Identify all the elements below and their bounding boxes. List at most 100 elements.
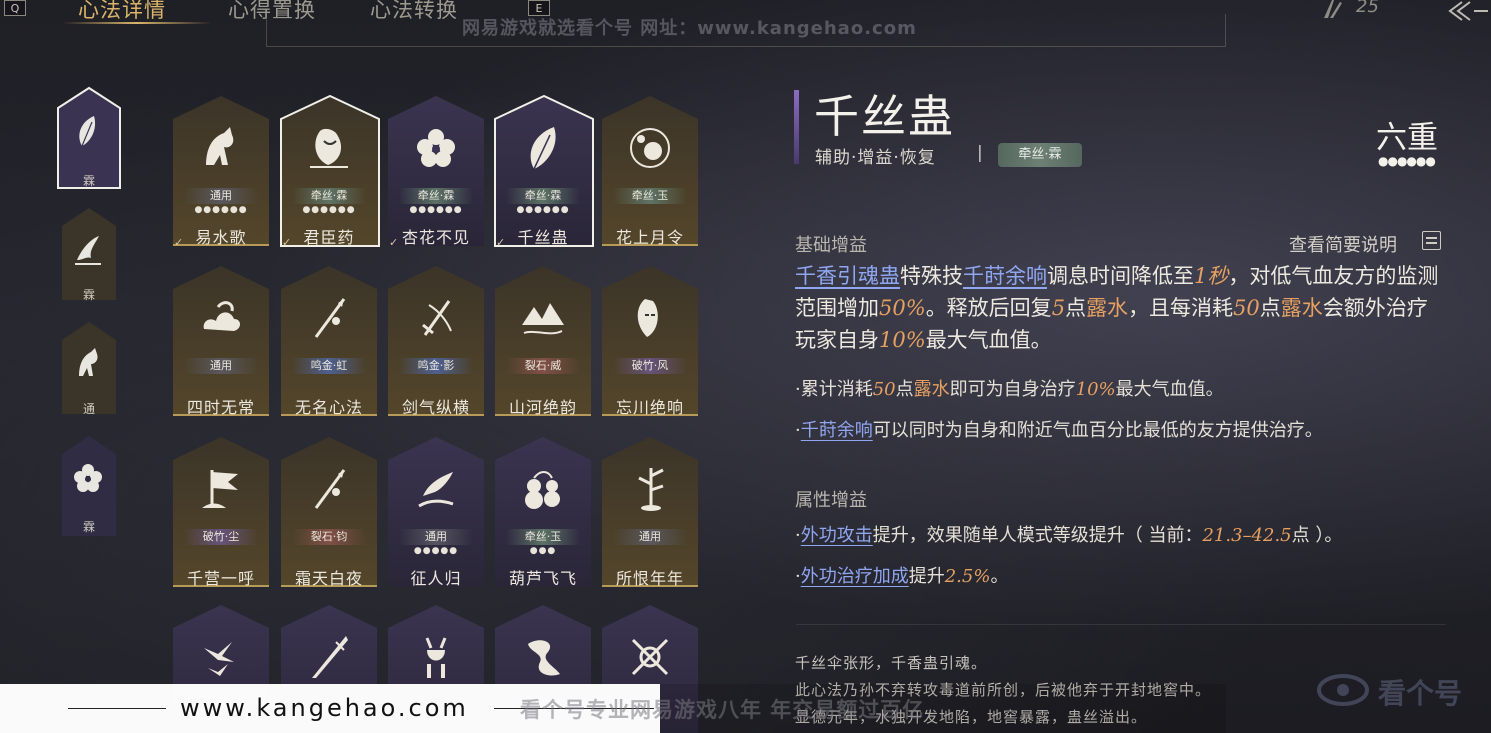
card-rank-dots: ●●●●●● (302, 205, 356, 215)
card-name: 剑气纵横 (401, 398, 470, 417)
skill-card[interactable]: 破竹·尘 千营一呼 (172, 436, 270, 588)
skill-card[interactable]: 牵丝·霖 ●●●●●● 杏花不见 ✓ (387, 95, 485, 249)
card-school-tag: 牵丝·霖 (506, 188, 580, 204)
card-name: 千营一呼 (186, 569, 255, 588)
quill-icon (1324, 0, 1342, 18)
bullet-text: 点 (895, 379, 914, 400)
view-brief-button[interactable]: 查看简要说明 (1289, 231, 1397, 257)
bonus-bullet-1: ·累计消耗50点露水即可为自身治疗10%最大气血值。 (795, 375, 1455, 401)
desc-text: 点 (1065, 296, 1087, 320)
skill-card[interactable]: 牵丝·玉 花上月令 (601, 95, 699, 247)
skill-card[interactable]: 裂石·钧 霜天白夜 (280, 436, 378, 588)
bullet-text: 提升 (908, 566, 945, 587)
skill-card[interactable]: 牵丝·玉 ●●● 葫芦飞飞 (494, 436, 592, 588)
skill-card[interactable]: 通用 ●●●●● 征人归 (387, 436, 485, 588)
bullet-value: 21.3–42.5 (1202, 525, 1292, 546)
equipped-check-icon: ✓ (389, 236, 399, 249)
jar-icon (310, 128, 348, 168)
bullet-text: 点 ）。 (1291, 525, 1343, 546)
skill-title: 千丝蛊 (814, 90, 956, 143)
watermark-line (68, 708, 166, 709)
skill-card[interactable]: 通用 四时无常 (172, 265, 270, 417)
keyword-link[interactable]: 外功治疗加成 (801, 566, 909, 587)
skill-card[interactable]: 牵丝·霖 ●●●●●● 君臣药 ✓ (280, 95, 380, 249)
card-school-tag: 破竹·风 (613, 358, 687, 374)
skill-card[interactable]: 鸣金·虹 无名心法 (280, 265, 378, 417)
card-name: 杏花不见 (401, 228, 470, 247)
skill-card[interactable]: 牵丝·霖 ●●●●●● 千丝蛊 ✓ (494, 95, 594, 249)
desc-text: ，且每消耗 (1128, 296, 1234, 320)
card-name: 无名心法 (294, 398, 363, 417)
desc-text: 特殊技 (900, 264, 963, 288)
skill-card[interactable]: 鸣金·影剑气纵横 (387, 265, 485, 417)
banner-icon (202, 470, 238, 508)
horse-icon (206, 127, 234, 165)
attribute-bullet-1: ·外功攻击提升，效果随单人模式等级提升（ 当前：21.3–42.5点 ）。 (795, 521, 1455, 547)
bamboo-icon (638, 468, 664, 511)
leaf-icon (79, 116, 96, 147)
tab-skill-details[interactable]: 心法详情 (78, 0, 166, 24)
equipped-check-icon: ✓ (282, 236, 292, 249)
back-arrow-icon[interactable] (1444, 0, 1488, 22)
card-school-tag: 裂石·威 (506, 358, 580, 374)
mountain-icon (522, 303, 564, 335)
swallows-icon (204, 642, 234, 676)
main-description: 千香引魂蛊特殊技千莳余响调息时间降低至1秒，对低气血友方的监测范围增加50%。释… (795, 260, 1445, 356)
keyword-link[interactable]: 千香引魂蛊 (795, 264, 900, 288)
bullet-keyword: 露水 (913, 379, 950, 400)
equipped-check-icon: ✓ (496, 236, 506, 249)
card-name: 君臣药 (303, 228, 355, 247)
watermark-url: www.kangehao.com (180, 694, 469, 722)
card-school-tag: 通用 (184, 188, 258, 204)
card-rank-dots: ●●●●●● (194, 205, 248, 215)
base-bonus-header: 基础增益 (795, 235, 867, 256)
bullet-text: 可以同时为自身和附近气血百分比最低的友方提供治疗。 (872, 420, 1323, 441)
card-rank-dots: ●●● (529, 546, 557, 556)
category-tab-1[interactable]: 霖 (56, 86, 122, 190)
skill-card[interactable]: 破竹·风 忘川绝响 (601, 265, 699, 417)
category-tab-4[interactable]: 霖 (60, 434, 118, 538)
watermark-top: 网易游戏就选看个号 网址：www.kangehao.com (462, 18, 917, 39)
desc-value: 5 (1051, 296, 1066, 320)
card-name: 山河绝韵 (508, 398, 577, 417)
spear-icon (314, 469, 346, 509)
keyword-link[interactable]: 外功攻击 (801, 525, 873, 546)
skill-subtitle: 辅助·增益·恢复 (815, 148, 936, 168)
blade-icon (312, 636, 348, 678)
school-badge: 牵丝·霖 (998, 143, 1082, 167)
eye-logo-icon (1317, 674, 1369, 706)
active-tab-underline (62, 22, 212, 24)
brief-toggle-icon[interactable] (1422, 231, 1441, 250)
mask-icon (637, 299, 658, 337)
card-school-tag: 鸣金·影 (399, 358, 473, 374)
desc-keyword: 露水 (1086, 296, 1129, 320)
key-hint-q: Q (4, 0, 26, 16)
bonus-bullet-2: ·千莳余响可以同时为自身和附近气血百分比最低的友方提供治疗。 (795, 416, 1455, 442)
desc-text: 调息时间降低至 (1047, 264, 1194, 288)
attribute-bonus-header: 属性增益 (795, 490, 867, 511)
keyword-link[interactable]: 千莳余响 (801, 420, 873, 441)
skill-card[interactable]: 通用 所恨年年 (601, 436, 699, 588)
skill-card[interactable]: 通用 ●●●●●● 易水歌 ✓ (172, 95, 270, 249)
dragon-icon (528, 640, 560, 676)
attribute-bullet-2: ·外功治疗加成提升2.5%。 (795, 562, 1455, 588)
sword-icon (422, 300, 452, 336)
bird-hand-icon (418, 472, 454, 508)
card-name: 千丝蛊 (517, 228, 569, 247)
top-bar: Q 心法详情 心得置换 心法转换 E 网易游戏就选看个号 网址：www.kang… (0, 0, 1491, 47)
leaf-icon (530, 127, 556, 170)
skill-rank: 六重 (1376, 120, 1438, 156)
category-tab-3[interactable]: 通 (60, 320, 118, 416)
desc-value: 10% (879, 328, 926, 352)
card-name: 易水歌 (195, 228, 247, 247)
bullet-value: 50 (872, 379, 896, 400)
skill-card[interactable]: 裂石·威山河绝韵 (494, 265, 592, 417)
card-school-tag: 牵丝·玉 (613, 188, 687, 204)
keyword-link[interactable]: 千莳余响 (963, 264, 1047, 288)
wave-icon (75, 236, 101, 265)
desc-text: 点 (1259, 296, 1281, 320)
cloud-icon (203, 301, 240, 331)
category-tab-2[interactable]: 霖 (60, 206, 118, 302)
card-school-tag: 通用 (184, 358, 258, 374)
horse-icon (79, 348, 98, 376)
